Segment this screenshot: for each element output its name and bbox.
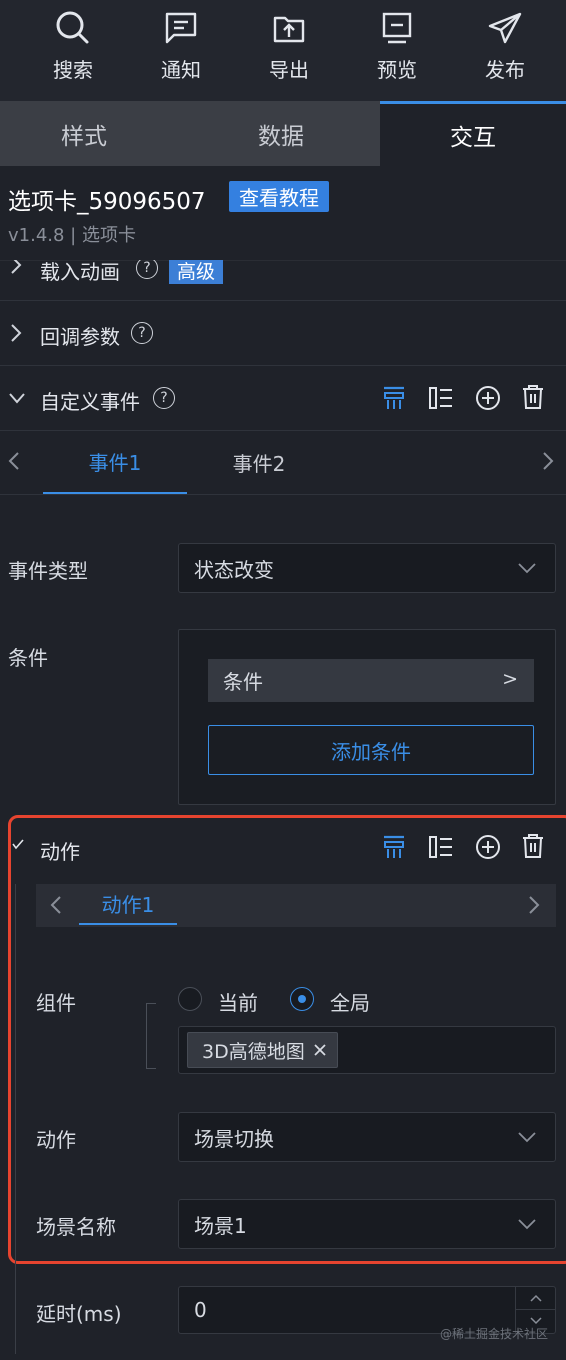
toolbar-label: 通知 xyxy=(161,58,201,82)
toolbar-export-button[interactable]: 导出 xyxy=(235,0,343,101)
component-title: 选项卡_59096507 xyxy=(8,189,206,215)
component-bracket xyxy=(146,1003,156,1069)
help-icon[interactable]: ? xyxy=(153,387,175,409)
event-type-value: 状态改变 xyxy=(194,557,274,582)
component-version: v1.4.8 | 选项卡 xyxy=(8,225,136,246)
chevron-down-icon xyxy=(517,1131,537,1143)
export-icon xyxy=(272,8,306,48)
component-tag: 3D高德地图 xyxy=(187,1032,338,1068)
condition-item[interactable]: 条件 > xyxy=(208,659,534,702)
watermark: @稀土掘金技术社区 xyxy=(439,1327,548,1341)
tab-action-1[interactable]: 动作1 xyxy=(79,884,177,925)
message-icon xyxy=(164,8,198,48)
custom-events-label: 自定义事件 xyxy=(40,390,140,414)
chevron-right-icon xyxy=(10,323,22,343)
toolbar-search-button[interactable]: 搜索 xyxy=(19,0,127,101)
condition-label: 条件 xyxy=(8,646,48,670)
scope-label-global[interactable]: 全局 xyxy=(330,987,370,1016)
load-animation-row[interactable]: 载入动画 ? 高级 xyxy=(0,260,566,285)
toolbar-preview-button[interactable]: 预览 xyxy=(343,0,451,101)
add-circle-icon[interactable] xyxy=(475,385,501,411)
chevron-up-icon[interactable] xyxy=(516,1287,555,1310)
callback-params-label: 回调参数 xyxy=(40,325,120,349)
action-value: 场景切换 xyxy=(194,1126,274,1151)
scope-radio-global[interactable] xyxy=(290,987,314,1011)
scope-label-current[interactable]: 当前 xyxy=(218,987,258,1016)
delay-label: 延时(ms) xyxy=(36,1302,122,1326)
list-icon[interactable] xyxy=(428,835,454,859)
event-tabs: 事件1 事件2 xyxy=(0,431,566,495)
chevron-right-icon xyxy=(10,260,22,275)
toolbar-label: 发布 xyxy=(485,58,525,82)
scene-name-value: 场景1 xyxy=(194,1213,247,1238)
component-label: 组件 xyxy=(36,991,76,1015)
align-icon[interactable] xyxy=(382,385,406,411)
tab-style[interactable]: 样式 xyxy=(0,101,168,166)
delay-value: 0 xyxy=(194,1298,207,1322)
action-select[interactable]: 场景切换 xyxy=(178,1112,556,1162)
send-icon xyxy=(487,8,523,48)
toolbar-notice-button[interactable]: 通知 xyxy=(127,0,235,101)
advanced-badge: 高级 xyxy=(169,260,224,284)
view-tutorial-button[interactable]: 查看教程 xyxy=(229,181,329,212)
toolbar-label: 导出 xyxy=(269,58,309,82)
toolbar-label: 搜索 xyxy=(53,58,93,82)
chevron-right-icon: > xyxy=(502,668,518,690)
add-condition-button[interactable]: 添加条件 xyxy=(208,725,534,775)
tab-event-1[interactable]: 事件1 xyxy=(43,431,187,494)
align-icon[interactable] xyxy=(382,834,406,860)
actions-section-label: 动作 xyxy=(40,840,80,864)
chevron-down-icon xyxy=(517,562,537,574)
help-icon[interactable]: ? xyxy=(131,322,153,344)
help-icon[interactable]: ? xyxy=(136,260,158,279)
component-multiselect[interactable]: 3D高德地图 xyxy=(178,1026,556,1074)
close-icon[interactable] xyxy=(313,1043,327,1057)
list-icon[interactable] xyxy=(428,386,454,410)
scene-name-label: 场景名称 xyxy=(36,1215,116,1239)
chevron-left-icon[interactable] xyxy=(50,895,62,915)
tree-guide-line xyxy=(15,884,16,1354)
condition-item-label: 条件 xyxy=(223,670,263,694)
custom-events-row[interactable]: 自定义事件 ? xyxy=(0,366,566,430)
scope-radio-current[interactable] xyxy=(178,987,202,1011)
load-animation-label: 载入动画 xyxy=(40,260,120,284)
panel-tabbar: 样式 数据 交互 xyxy=(0,101,566,166)
chevron-right-icon[interactable] xyxy=(542,451,554,471)
add-circle-icon[interactable] xyxy=(475,834,501,860)
component-tag-label: 3D高德地图 xyxy=(202,1040,305,1063)
action-label: 动作 xyxy=(36,1128,76,1152)
tab-interaction[interactable]: 交互 xyxy=(380,101,566,166)
trash-icon[interactable] xyxy=(521,384,545,410)
event-type-label: 事件类型 xyxy=(8,559,88,583)
scene-name-select[interactable]: 场景1 xyxy=(178,1199,556,1249)
chevron-down-icon xyxy=(517,1218,537,1230)
chevron-right-icon[interactable] xyxy=(528,895,540,915)
condition-box xyxy=(178,629,556,805)
toolbar-publish-button[interactable]: 发布 xyxy=(451,0,559,101)
event-type-select[interactable]: 状态改变 xyxy=(178,543,556,593)
tab-data[interactable]: 数据 xyxy=(196,101,366,166)
chevron-down-icon xyxy=(8,392,26,404)
preview-icon xyxy=(380,8,414,48)
trash-icon[interactable] xyxy=(521,833,545,859)
tab-event-2[interactable]: 事件2 xyxy=(187,431,331,494)
callback-params-row[interactable]: 回调参数 ? xyxy=(0,301,566,365)
checkmark-icon xyxy=(12,838,24,850)
search-icon xyxy=(55,8,91,48)
chevron-left-icon[interactable] xyxy=(8,451,20,471)
action-tabs: 动作1 xyxy=(36,884,556,927)
divider xyxy=(0,494,566,495)
toolbar-label: 预览 xyxy=(377,58,417,82)
